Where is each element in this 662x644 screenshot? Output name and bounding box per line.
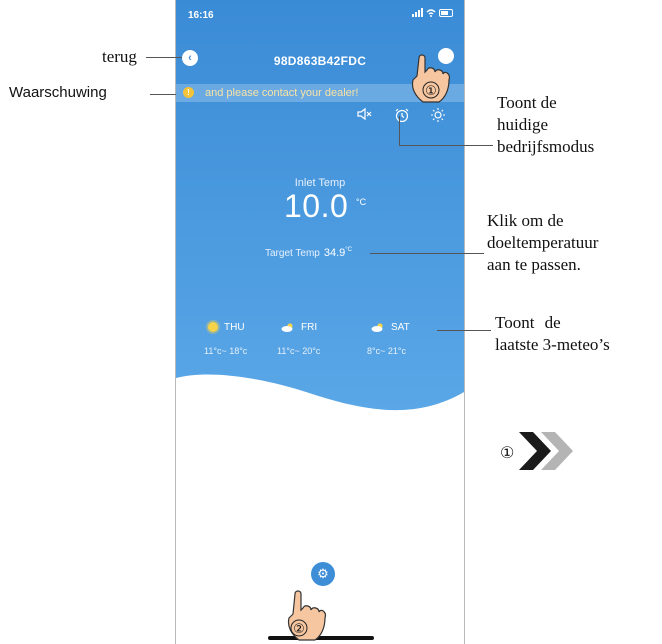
partly-cloudy-icon xyxy=(371,323,383,332)
wifi-icon xyxy=(426,8,436,17)
status-icons xyxy=(412,8,453,17)
pointing-hand-icon: ① xyxy=(411,54,450,103)
inlet-temp-value: 10.0 xyxy=(284,188,349,224)
gear-icon: ⚙ xyxy=(317,566,329,581)
forecast-range: 8°c~ 21°c xyxy=(367,346,406,356)
target-temp-unit: °C xyxy=(345,247,352,253)
inlet-temp-unit: °C xyxy=(356,197,367,207)
status-time: 16:16 xyxy=(188,10,214,21)
marker-1-label: ① xyxy=(425,84,437,99)
annotation-line-mode-h xyxy=(399,145,493,146)
annotation-back: terug xyxy=(102,47,137,66)
target-temp-value: 34.9 xyxy=(323,247,346,259)
annotation-mode: Toont de huidige bedrijfsmodus xyxy=(497,93,595,156)
forecast-range: 11°c~ 20°c xyxy=(277,346,321,356)
forecast-day: FRI xyxy=(301,322,318,333)
annotation-line-weather xyxy=(437,330,491,331)
warning-text: and please contact your dealer! xyxy=(205,87,359,99)
annotation-weather: Toont de laatste 3-meteo’s xyxy=(495,313,610,354)
sun-icon xyxy=(208,322,218,333)
marker-2-label: ② xyxy=(293,622,305,637)
annotation-line-back xyxy=(146,57,182,58)
warning-icon: ! xyxy=(183,87,194,98)
signal-icon xyxy=(412,8,423,17)
mute-icon[interactable] xyxy=(356,107,372,121)
annotation-line-warning xyxy=(150,94,176,95)
target-temp[interactable]: Target Temp 34.9°C xyxy=(265,247,352,259)
step-marker-1: ① xyxy=(500,445,515,462)
forecast-day: THU xyxy=(224,322,245,333)
battery-icon xyxy=(439,8,453,17)
partly-cloudy-icon xyxy=(281,323,293,332)
next-step-arrows-icon xyxy=(519,432,573,470)
target-temp-label: Target Temp xyxy=(265,248,320,259)
forecast-range: 11°c~ 18°c xyxy=(204,346,248,356)
sun-mode-icon[interactable] xyxy=(430,107,446,123)
forecast-day: SAT xyxy=(391,322,410,333)
annotation-line-mode-v xyxy=(399,116,400,145)
annotation-line-target xyxy=(370,253,484,254)
status-bar: 16:16 xyxy=(176,0,464,28)
annotation-warning: Waarschuwing xyxy=(9,84,107,101)
annotation-target: Klik om de doeltemperatuur aan te passen… xyxy=(487,211,599,274)
alarm-clock-icon[interactable] xyxy=(394,107,410,123)
pointing-hand-icon: ② xyxy=(287,590,326,641)
